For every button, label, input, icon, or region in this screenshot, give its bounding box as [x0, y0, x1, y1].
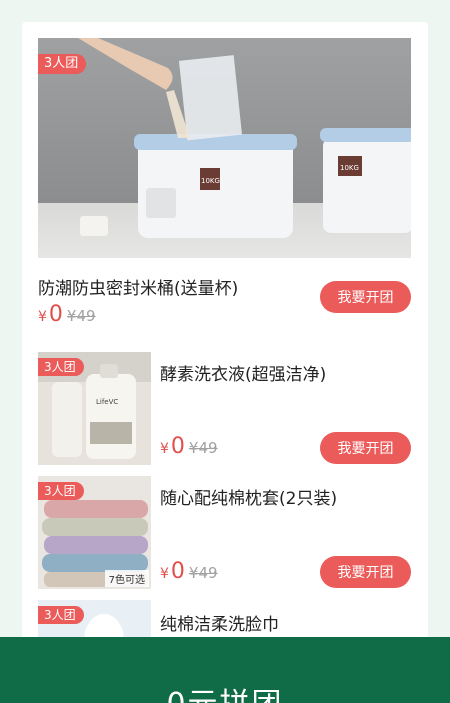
svg-text:10KG: 10KG — [201, 177, 220, 185]
original-price: ¥49 — [188, 439, 218, 457]
item-price-row: ¥ 0 ¥49 — [160, 434, 218, 459]
screen: 10KG 10KG 3人团 防潮防虫密封米桶(送量杯) ¥ 0 ¥49 我要开团 — [0, 0, 450, 703]
start-group-button[interactable]: 我要开团 — [320, 281, 411, 313]
group-size-badge: 3人团 — [38, 358, 84, 376]
item-title[interactable]: 随心配纯棉枕套(2只装) — [160, 484, 337, 509]
product-list-card: 10KG 10KG 3人团 防潮防虫密封米桶(送量杯) ¥ 0 ¥49 我要开团 — [22, 22, 428, 703]
item-title[interactable]: 纯棉洁柔洗脸巾 — [160, 610, 279, 635]
group-size-badge: 3人团 — [38, 54, 87, 74]
group-price: 0 — [170, 434, 185, 459]
item-title[interactable]: 酵素洗衣液(超强洁净) — [160, 360, 326, 385]
group-price: 0 — [170, 559, 185, 584]
group-size-badge: 3人团 — [38, 606, 84, 624]
color-options-tag: 7色可选 — [104, 570, 149, 587]
item-thumb-laundry-detergent[interactable]: LifeVC 3人团 — [38, 352, 151, 465]
item-thumb-pillowcase[interactable]: 3人团 7色可选 — [38, 476, 151, 589]
featured-price-row: ¥ 0 ¥49 — [38, 302, 96, 327]
featured-product-image[interactable]: 10KG 10KG 3人团 — [38, 38, 411, 258]
bottom-bar-label[interactable]: 0元拼团 — [0, 679, 450, 703]
svg-text:LifeVC: LifeVC — [96, 398, 118, 406]
group-size-badge: 3人团 — [38, 482, 84, 500]
original-price: ¥49 — [188, 564, 218, 582]
bottom-action-bar[interactable]: 0元拼团 — [0, 637, 450, 703]
item-price-row: ¥ 0 ¥49 — [160, 559, 218, 584]
featured-product-title[interactable]: 防潮防虫密封米桶(送量杯) — [38, 274, 238, 299]
group-price: 0 — [48, 302, 63, 327]
svg-text:10KG: 10KG — [340, 164, 359, 172]
original-price: ¥49 — [66, 307, 96, 325]
currency-symbol: ¥ — [38, 309, 47, 325]
start-group-button[interactable]: 我要开团 — [320, 432, 411, 464]
rice-bucket-photo: 10KG 10KG — [38, 38, 411, 258]
currency-symbol: ¥ — [160, 441, 169, 457]
start-group-button[interactable]: 我要开团 — [320, 556, 411, 588]
currency-symbol: ¥ — [160, 566, 169, 582]
